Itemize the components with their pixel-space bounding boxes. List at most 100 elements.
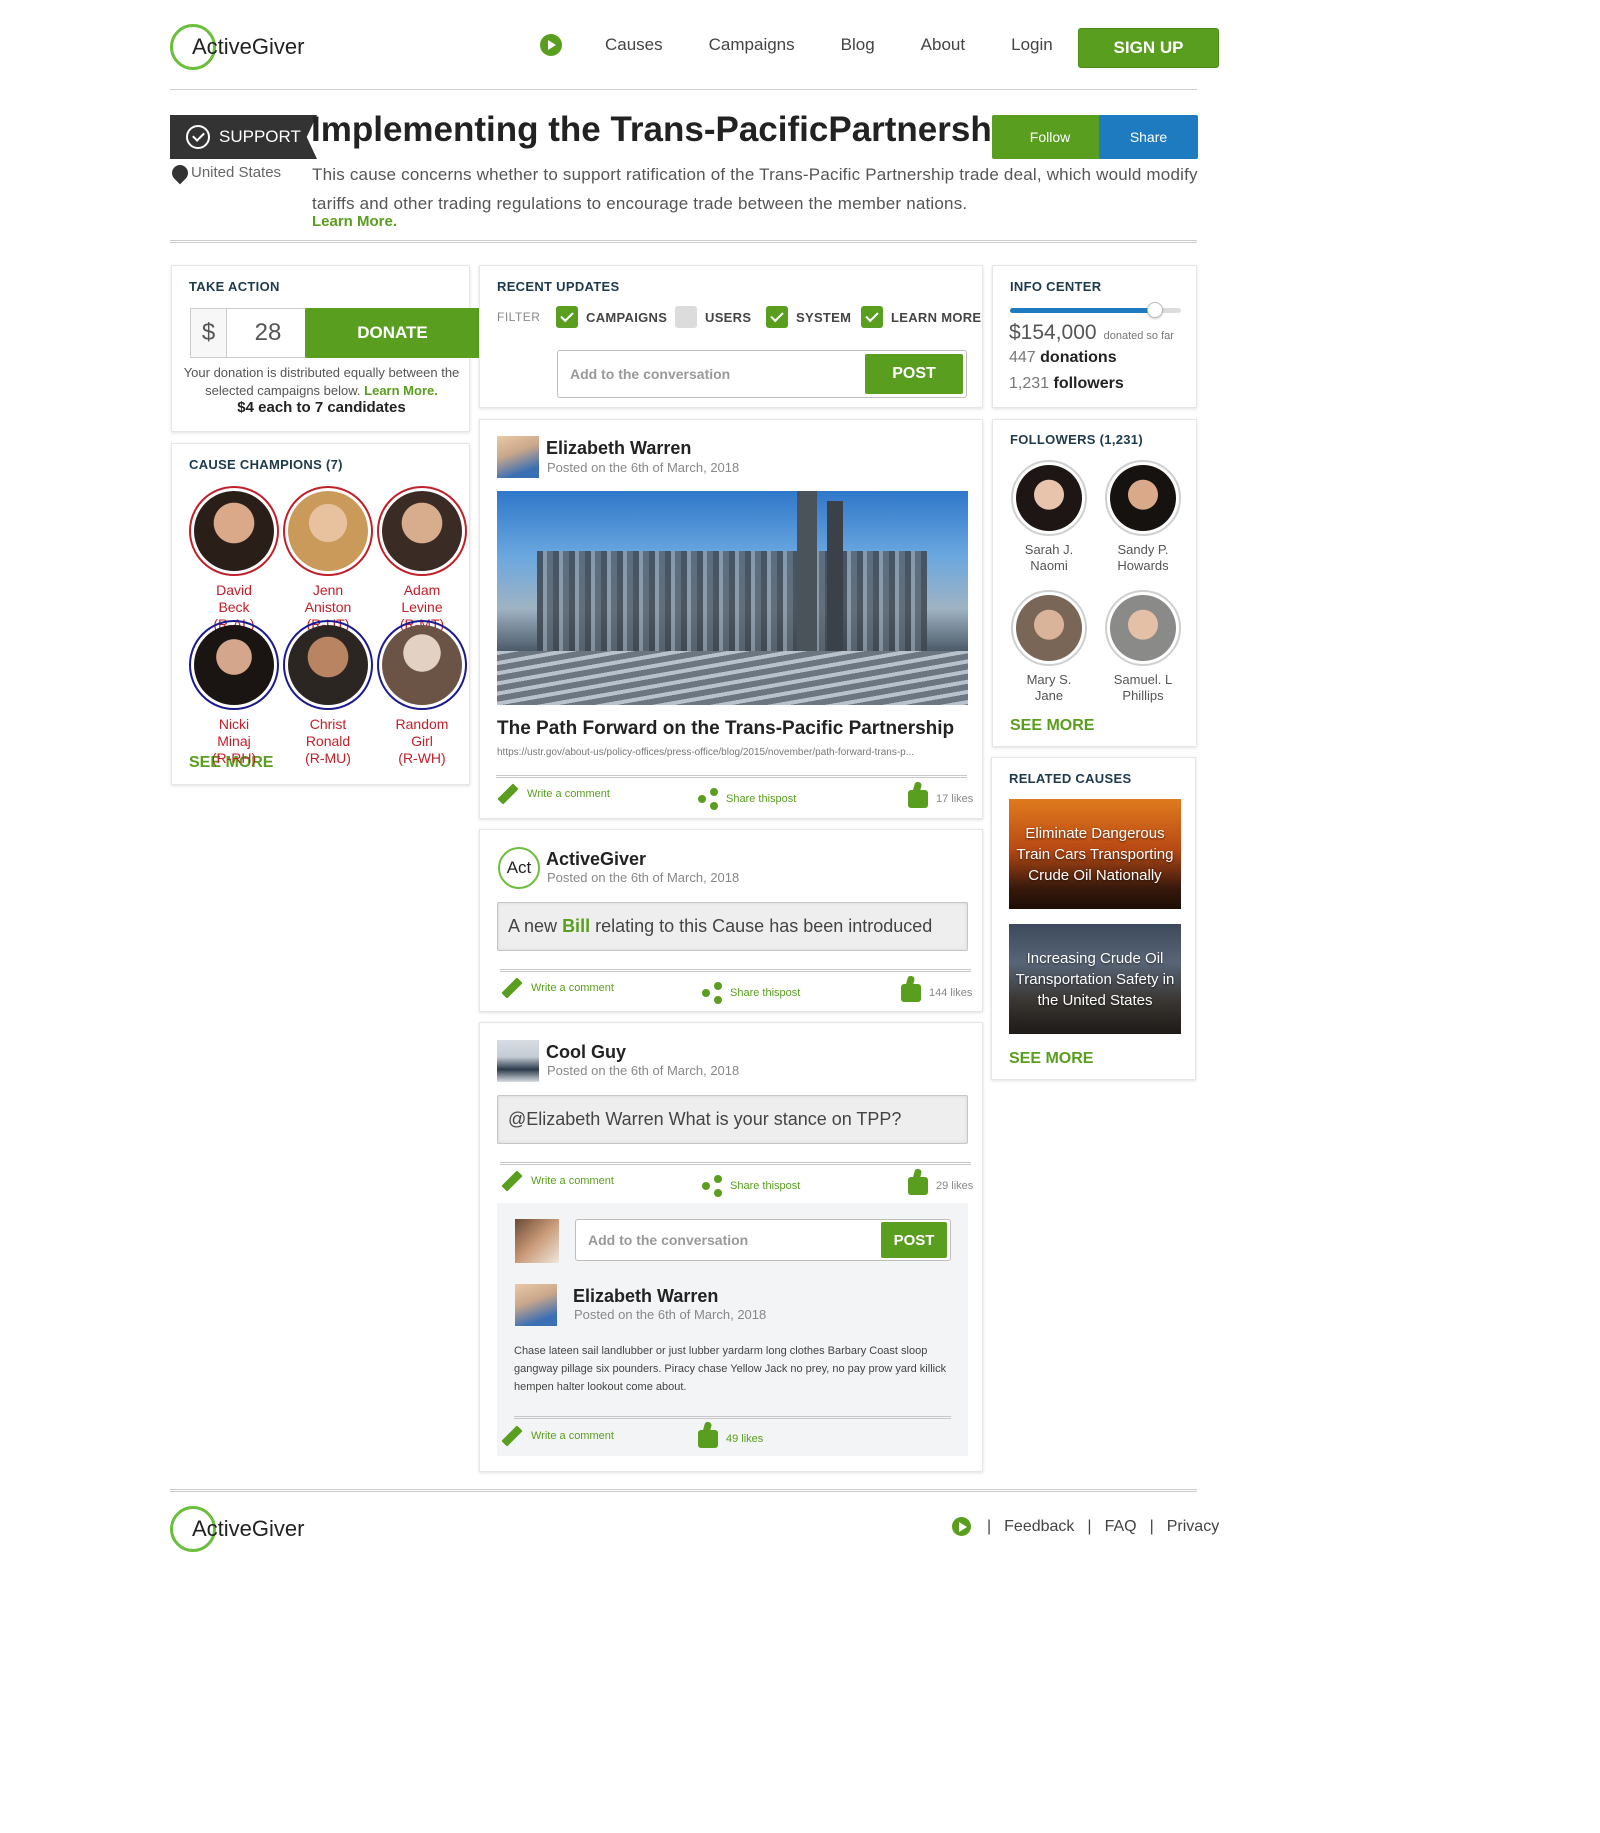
post-headline[interactable]: The Path Forward on the Trans-Pacific Pa… [497,718,954,740]
follower-item[interactable]: Sandy P. Howards [1093,460,1193,574]
post-card: Elizabeth Warren Posted on the 6th of Ma… [479,419,983,819]
donation-learn-more-link[interactable]: Learn More. [364,383,438,398]
champion-avatar[interactable] [283,620,373,710]
like-button[interactable]: 29 likes [908,1177,973,1195]
post-divider [500,969,971,972]
champion-avatar[interactable] [189,620,279,710]
follower-item[interactable]: Sarah J. Naomi [999,460,1099,574]
take-action-card: TAKE ACTION $ 28 DONATE Your donation is… [171,265,480,432]
nav-campaigns[interactable]: Campaigns [709,35,795,55]
post-date: Posted on the 6th of March, 2018 [547,460,740,475]
play-icon[interactable] [952,1517,971,1536]
nav-login[interactable]: Login [1011,35,1053,55]
like-button[interactable]: 144 likes [901,984,972,1002]
reply-author[interactable]: Elizabeth Warren [573,1286,718,1307]
checkbox-icon[interactable] [861,306,883,328]
share-post-button[interactable]: Share thispost [702,982,800,1004]
share-post-button[interactable]: Share thispost [698,788,796,810]
write-comment-button[interactable]: Write a comment [501,1170,614,1192]
progress-fill [1010,308,1156,313]
donation-amount-value[interactable]: 28 [227,319,309,347]
bill-link[interactable]: Bill [562,916,590,937]
reply-input[interactable]: Add to the conversation POST [575,1219,951,1261]
champion-photo [382,491,462,571]
filter-checkbox-users[interactable]: USERS [675,306,751,328]
donate-button[interactable]: DONATE [305,308,480,358]
share-post-button[interactable]: Share thispost [702,1175,800,1197]
logo[interactable]: ActiveGiver [170,24,304,70]
signup-button[interactable]: SIGN UP [1078,28,1219,68]
filter-checkbox-learn-more[interactable]: LEARN MORE [861,306,981,328]
champion-avatar[interactable] [189,486,279,576]
author-avatar[interactable] [497,1040,539,1082]
like-button[interactable]: 49 likes [698,1430,763,1448]
follower-avatar[interactable] [1105,590,1181,666]
post-button[interactable]: POST [865,354,963,394]
follower-avatar[interactable] [1011,590,1087,666]
checkbox-icon[interactable] [766,306,788,328]
learn-more-link[interactable]: Learn More. [312,213,397,230]
activegiver-avatar-icon[interactable]: Act [498,847,540,889]
currency-symbol: $ [191,309,227,357]
filter-checkbox-system[interactable]: SYSTEM [766,306,851,328]
related-cause-tile[interactable]: Increasing Crude Oil Transportation Safe… [1009,924,1181,1034]
message-text: relating to this Cause has been introduc… [595,916,933,936]
post-card: Cool Guy Posted on the 6th of March, 201… [479,1022,983,1472]
champion-photo [382,625,462,705]
info-center-card: INFO CENTER $154,000 donated so far 447 … [992,265,1197,408]
write-comment-button[interactable]: Write a comment [501,1425,614,1447]
footer-logo[interactable]: ActiveGiver [170,1506,304,1552]
play-icon[interactable] [540,34,562,56]
follower-photo [1016,595,1082,661]
nav-blog[interactable]: Blog [841,35,875,55]
write-comment-button[interactable]: Write a comment [501,977,614,999]
filter-learn-more-label: LEARN MORE [891,309,982,325]
footer-privacy-link[interactable]: Privacy [1167,1518,1219,1536]
champion-item[interactable]: Adam Levine (R-MT) [367,486,477,633]
reply-post-button[interactable]: POST [881,1222,947,1258]
post-author[interactable]: Cool Guy [546,1042,626,1063]
author-avatar[interactable] [497,436,539,478]
share-button[interactable]: Share [1099,115,1198,159]
conversation-placeholder[interactable]: Add to the conversation [558,366,865,382]
conversation-input[interactable]: Add to the conversation POST [557,350,967,398]
post-author[interactable]: Elizabeth Warren [546,438,691,459]
follower-item[interactable]: Mary S. Jane [999,590,1099,704]
champion-avatar[interactable] [377,620,467,710]
post-divider [500,1162,971,1165]
champion-photo [288,491,368,571]
followers-see-more-link[interactable]: SEE MORE [1010,717,1094,735]
champion-avatar[interactable] [283,486,373,576]
footer-divider [170,1489,1197,1492]
footer-faq-link[interactable]: FAQ [1105,1518,1137,1536]
post-image[interactable] [497,491,968,705]
nav-about[interactable]: About [921,35,965,55]
share-icon [698,788,718,810]
location-pin-icon [168,161,192,184]
follow-button[interactable]: Follow [992,115,1108,159]
related-cause-tile[interactable]: Eliminate Dangerous Train Cars Transport… [1009,799,1181,909]
champion-name: Random [395,716,449,732]
post-url[interactable]: https://ustr.gov/about-us/policy-offices… [497,747,957,758]
checkbox-icon[interactable] [556,306,578,328]
champion-item[interactable]: Random Girl (R-WH) [367,620,477,767]
updates-title: RECENT UPDATES [497,279,620,294]
donation-progress-bar [1010,302,1181,318]
follower-item[interactable]: Samuel. L Phillips [1093,590,1193,704]
donation-amount-input[interactable]: $ 28 [190,308,310,358]
write-comment-button[interactable]: Write a comment [497,783,610,805]
author-avatar[interactable] [515,1284,557,1326]
follower-avatar[interactable] [1011,460,1087,536]
reply-placeholder[interactable]: Add to the conversation [576,1232,881,1248]
related-see-more-link[interactable]: SEE MORE [1009,1050,1093,1068]
champion-avatar[interactable] [377,486,467,576]
follower-avatar[interactable] [1105,460,1181,536]
like-button[interactable]: 17 likes [908,790,973,808]
amount-value: $154,000 [1009,321,1097,344]
nav-causes[interactable]: Causes [605,35,663,55]
checkbox-icon[interactable] [675,306,697,328]
filter-checkbox-campaigns[interactable]: CAMPAIGNS [556,306,667,328]
post-author[interactable]: ActiveGiver [546,849,646,870]
refinery-tower [797,491,817,661]
footer-feedback-link[interactable]: Feedback [1004,1518,1074,1536]
